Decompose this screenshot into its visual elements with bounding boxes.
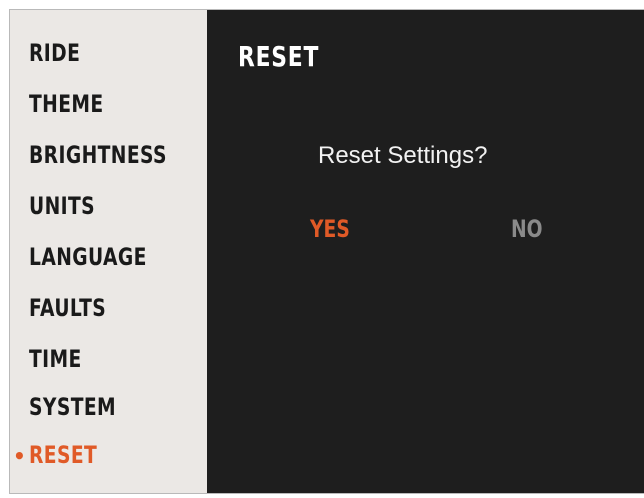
yes-button[interactable]: YES xyxy=(310,215,350,243)
reset-question-text: Reset Settings? xyxy=(318,142,488,169)
sidebar-item-theme[interactable]: THEME xyxy=(29,90,104,118)
sidebar-item-system[interactable]: SYSTEM xyxy=(29,393,116,421)
sidebar-item-units[interactable]: UNITS xyxy=(29,192,95,220)
sidebar-item-brightness[interactable]: BRIGHTNESS xyxy=(29,141,167,169)
settings-sidebar: RIDE THEME BRIGHTNESS UNITS LANGUAGE FAU… xyxy=(10,10,207,493)
sidebar-item-language[interactable]: LANGUAGE xyxy=(29,243,147,271)
sidebar-item-faults[interactable]: FAULTS xyxy=(29,294,106,322)
settings-screen: RIDE THEME BRIGHTNESS UNITS LANGUAGE FAU… xyxy=(9,9,644,494)
no-button[interactable]: NO xyxy=(511,215,543,243)
active-item-marker: • xyxy=(13,444,26,468)
page-title: RESET xyxy=(238,40,320,73)
reset-panel: RESET Reset Settings? YES NO xyxy=(207,10,644,493)
sidebar-item-ride[interactable]: RIDE xyxy=(29,39,80,67)
sidebar-item-time[interactable]: TIME xyxy=(29,345,82,373)
sidebar-item-reset[interactable]: RESET xyxy=(29,441,97,469)
